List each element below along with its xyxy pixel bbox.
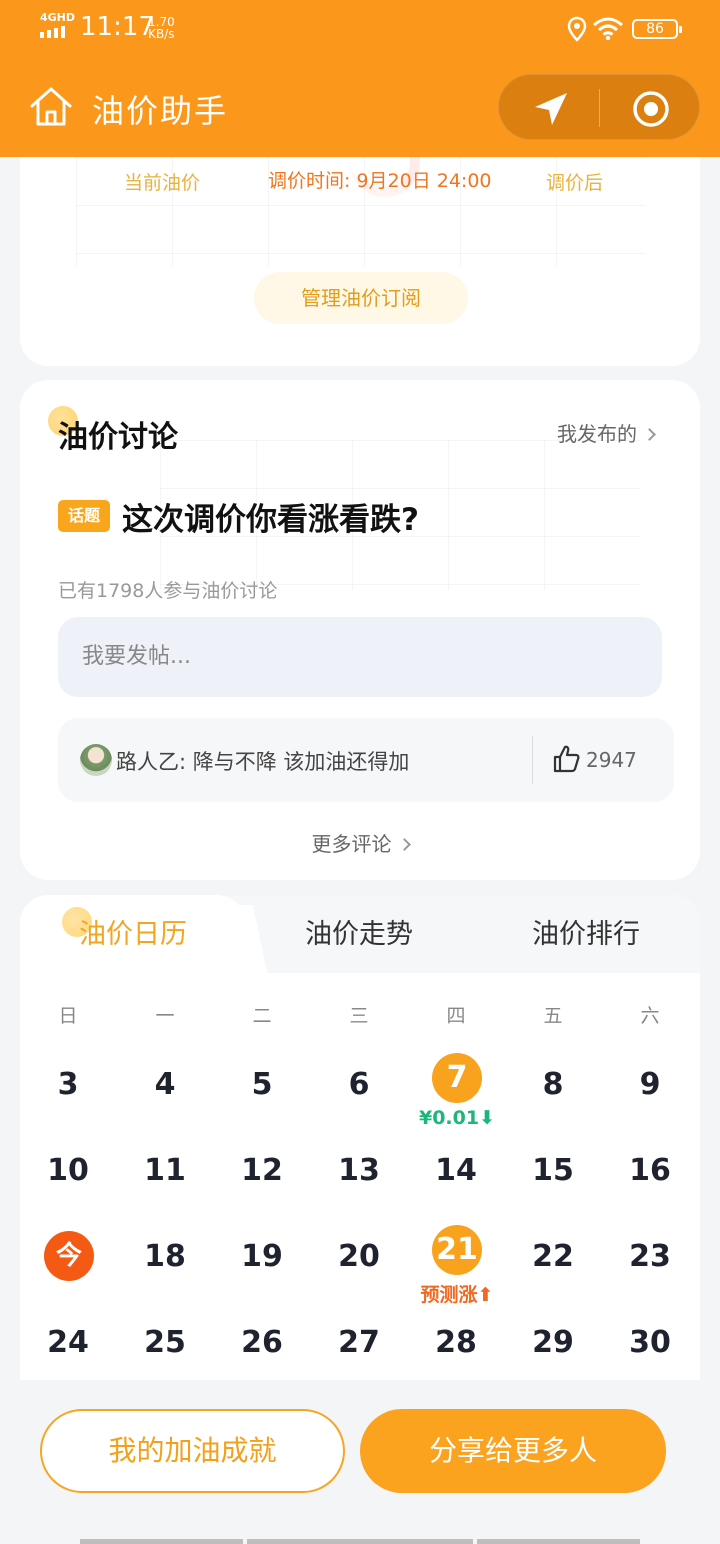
calendar-day[interactable]: 12: [214, 1141, 310, 1201]
app-header: 4GHD 11:17 1.70 KB/s 86 油价助手: [0, 0, 720, 157]
discussion-title: 油价讨论: [58, 420, 178, 455]
manage-subscription-button[interactable]: 管理油价订阅: [254, 272, 468, 324]
weekday-sat: 六: [640, 1005, 660, 1027]
calendar-day[interactable]: 28: [408, 1313, 504, 1373]
gesture-bar: [477, 1539, 640, 1544]
comment-text: 路人乙: 降与不降 该加油还得加: [116, 750, 410, 774]
post-input[interactable]: 我要发帖...: [58, 617, 662, 697]
close-target-icon[interactable]: [631, 89, 671, 129]
adjust-time: 调价时间: 9月20日 24:00: [268, 170, 492, 192]
calendar-day[interactable]: 8: [505, 1055, 601, 1115]
calendar-day[interactable]: 19: [214, 1227, 310, 1287]
calendar-day[interactable]: 26: [214, 1313, 310, 1373]
tab-calendar[interactable]: 油价日历: [20, 895, 246, 973]
weekday-fri: 五: [543, 1005, 563, 1027]
mini-program-capsule: [498, 74, 700, 140]
bottom-action-bar: 我的加油成就 分享给更多人: [0, 1380, 720, 1544]
more-comments-link[interactable]: 更多评论: [20, 828, 700, 857]
after-price-label: 调价后: [546, 172, 604, 194]
top-comment[interactable]: 路人乙: 降与不降 该加油还得加 2947: [58, 718, 674, 802]
calendar-day[interactable]: 9: [602, 1055, 698, 1115]
calendar-day-adjust[interactable]: 21: [432, 1225, 482, 1275]
calendar-day[interactable]: 14: [408, 1141, 504, 1201]
calendar-tabs: 油价走势 油价排行 油价日历: [20, 895, 700, 973]
calendar-day[interactable]: 6: [311, 1055, 407, 1115]
oil-price-card: 当前油价 调价时间: 9月20日 24:00 调价后 管理油价订阅: [20, 157, 700, 366]
status-bar: 4GHD 11:17 1.70 KB/s 86: [0, 0, 720, 60]
price-change-value: ¥0.01: [418, 1107, 480, 1129]
comment-divider: [532, 736, 533, 784]
price-change-note: ¥0.01⬇: [409, 1107, 505, 1129]
network-speed: 1.70 KB/s: [148, 16, 175, 40]
forecast-note: 预测涨⬆: [409, 1280, 505, 1307]
achievements-button[interactable]: 我的加油成就: [40, 1409, 345, 1493]
weekday-wed: 三: [349, 1005, 369, 1027]
location-icon: [567, 16, 587, 42]
like-count: 2947: [586, 748, 637, 772]
calendar-day[interactable]: 22: [505, 1227, 601, 1287]
discussion-card: 油价讨论 我发布的 话题 这次调价你看涨看跌? 已有1798人参与油价讨论 我要…: [20, 380, 700, 880]
topic-tag: 话题: [58, 500, 110, 532]
gesture-bar: [80, 1539, 243, 1544]
calendar-day[interactable]: 29: [505, 1313, 601, 1373]
calendar-day[interactable]: 15: [505, 1141, 601, 1201]
network-type: 4GHD: [40, 11, 76, 24]
arrow-up-icon: ⬆: [477, 1284, 494, 1306]
arrow-down-icon: ⬇: [479, 1107, 496, 1129]
forecast-label: 预测涨: [420, 1284, 478, 1306]
more-comments-label: 更多评论: [311, 832, 392, 856]
title-bar: 油价助手: [0, 70, 720, 150]
calendar-day[interactable]: 24: [20, 1313, 116, 1373]
gesture-bar: [247, 1539, 473, 1544]
calendar-day[interactable]: 30: [602, 1313, 698, 1373]
weekday-sun: 日: [58, 1005, 78, 1027]
tab-trend[interactable]: 油价走势: [246, 895, 472, 973]
page-title: 油价助手: [92, 92, 229, 130]
calendar-day[interactable]: 27: [311, 1313, 407, 1373]
calendar-day[interactable]: 18: [117, 1227, 213, 1287]
avatar: [80, 744, 112, 776]
my-posts-link[interactable]: 我发布的: [557, 418, 656, 447]
calendar-day[interactable]: 11: [117, 1141, 213, 1201]
price-calendar-card: 油价走势 油价排行 油价日历 日 一 二 三 四 五 六 3 4 5 6 7 8…: [20, 895, 700, 1415]
weekday-tue: 二: [252, 1005, 272, 1027]
tab-ranking[interactable]: 油价排行: [472, 895, 700, 973]
thumbs-up-icon[interactable]: [552, 744, 580, 774]
battery-indicator: 86: [632, 19, 682, 39]
calendar-day[interactable]: 5: [214, 1055, 310, 1115]
chevron-right-icon: [643, 428, 656, 441]
calendar-day[interactable]: 13: [311, 1141, 407, 1201]
weekday-thu: 四: [446, 1005, 466, 1027]
tab-calendar-label: 油价日历: [79, 919, 187, 950]
status-time: 11:17: [80, 12, 155, 42]
wifi-icon: [593, 17, 623, 41]
calendar-day[interactable]: 4: [117, 1055, 213, 1115]
chevron-right-icon: [397, 838, 411, 851]
calendar-day[interactable]: 20: [311, 1227, 407, 1287]
signal-icon: [40, 26, 65, 38]
weekday-mon: 一: [155, 1005, 175, 1027]
speed-unit: KB/s: [148, 27, 175, 41]
participant-count: 已有1798人参与油价讨论: [58, 580, 278, 602]
my-posts-label: 我发布的: [557, 422, 637, 446]
calendar-day-today[interactable]: 今: [44, 1231, 94, 1281]
calendar-day[interactable]: 10: [20, 1141, 116, 1201]
calendar-day[interactable]: 23: [602, 1227, 698, 1287]
calendar-day[interactable]: 16: [602, 1141, 698, 1201]
home-icon[interactable]: [28, 84, 74, 130]
topic-question[interactable]: 这次调价你看涨看跌?: [122, 494, 419, 539]
calendar-day-adjust[interactable]: 7: [432, 1053, 482, 1103]
calendar-day[interactable]: 3: [20, 1055, 116, 1115]
calendar-day[interactable]: 25: [117, 1313, 213, 1373]
navigation-arrow-icon[interactable]: [529, 89, 573, 129]
current-price-label: 当前油价: [124, 172, 201, 194]
weekday-header: 日 一 二 三 四 五 六: [20, 1001, 700, 1031]
capsule-divider: [599, 89, 600, 127]
share-button[interactable]: 分享给更多人: [360, 1409, 666, 1493]
